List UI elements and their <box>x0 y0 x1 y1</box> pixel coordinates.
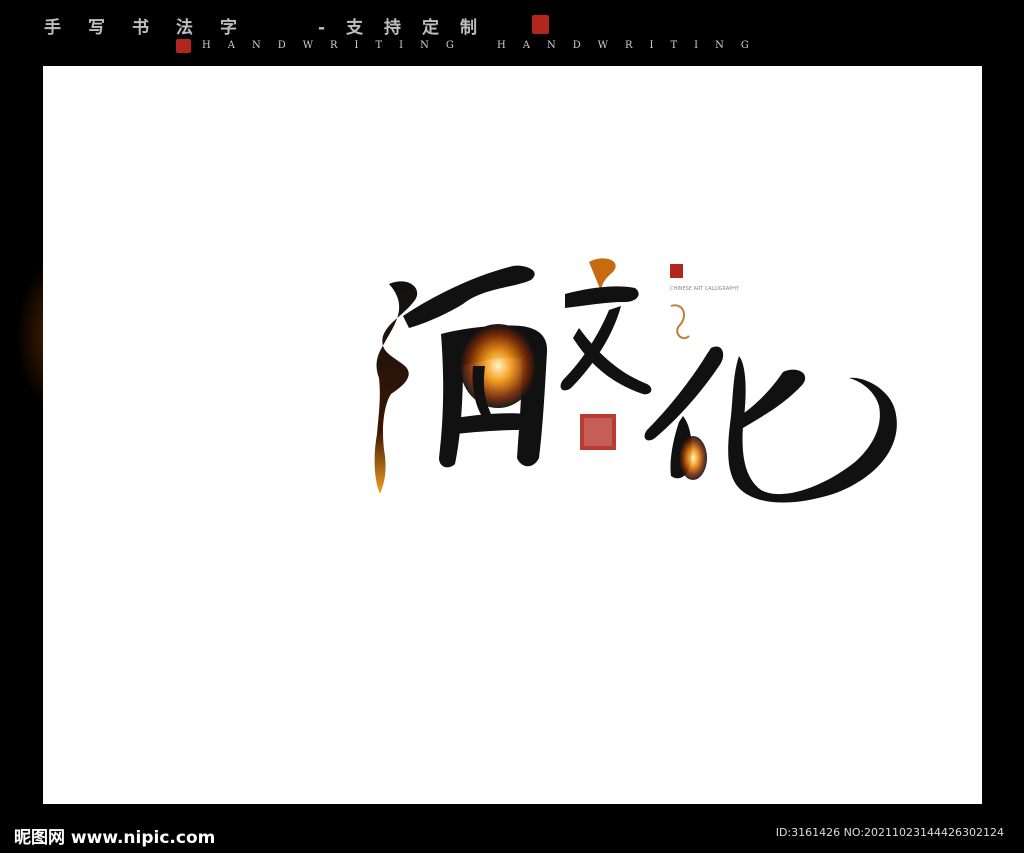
red-seal-left <box>176 39 191 53</box>
brush-stroke <box>737 369 806 428</box>
fire-glow <box>679 436 707 480</box>
calligraphy-artwork: CHINESE ART CALLIGRAPHY <box>374 258 897 503</box>
brush-stroke <box>403 265 535 328</box>
brush-stroke <box>565 286 639 308</box>
seal-caption: CHINESE ART CALLIGRAPHY <box>670 286 740 292</box>
footer-logo[interactable]: 昵图网 www.nipic.com <box>14 823 215 848</box>
red-seal-top <box>532 15 549 34</box>
red-seal-inner <box>584 418 612 446</box>
handwriting-label-1: HANDWRITING <box>202 40 471 51</box>
header-suffix: -支持定制 <box>318 18 499 38</box>
brush-signature <box>670 304 690 340</box>
header-title: 手写书法字 <box>44 18 264 38</box>
artwork-canvas: CHINESE ART CALLIGRAPHY <box>43 66 982 804</box>
handwriting-label-2: HANDWRITING <box>497 40 766 51</box>
brush-stroke <box>728 356 897 503</box>
footer-id: ID:3161426 NO:20211023144426302124 <box>775 826 1004 839</box>
fire-glow <box>460 324 536 408</box>
red-seal-small <box>670 264 683 278</box>
